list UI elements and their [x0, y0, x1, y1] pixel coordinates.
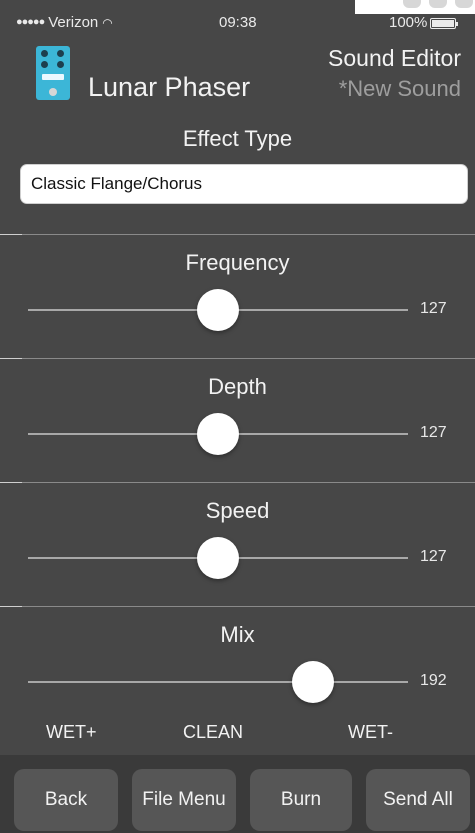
status-time: 09:38	[219, 14, 257, 31]
mix-scale-wet-minus: WET-	[348, 722, 393, 742]
status-bar: ●●●●● Verizon ◠ 09:38 100%	[0, 14, 475, 38]
carrier-info: ●●●●● Verizon ◠	[16, 14, 113, 31]
speed-value: 127	[420, 548, 447, 565]
frequency-slider-thumb[interactable]	[197, 289, 239, 331]
mix-scale: WET+ CLEAN WET-	[0, 722, 475, 746]
effect-type-label: Effect Type	[182, 126, 293, 151]
burn-button[interactable]: Burn	[250, 769, 352, 831]
frequency-label: Frequency	[185, 250, 290, 275]
frequency-value: 127	[420, 300, 447, 317]
speed-slider-thumb[interactable]	[197, 537, 239, 579]
section-title: Sound Editor	[328, 45, 461, 71]
sound-name: *New Sound	[338, 76, 461, 101]
sound-editor-screen: ●●●●● Verizon ◠ 09:38 100% Lunar Phaser So…	[0, 0, 475, 833]
mix-slider-thumb[interactable]	[292, 661, 334, 703]
wifi-icon: ◠	[102, 16, 113, 30]
depth-slider-thumb[interactable]	[197, 413, 239, 455]
divider	[0, 358, 475, 359]
file-menu-button[interactable]: File Menu	[132, 769, 236, 831]
corner-decoration	[355, 0, 475, 14]
speed-slider-section: Speed 127	[0, 484, 475, 608]
speed-label: Speed	[205, 498, 270, 523]
effect-type-selector[interactable]: Classic Flange/Chorus	[20, 164, 468, 204]
pedal-icon	[36, 46, 70, 100]
frequency-slider-section: Frequency 127	[0, 236, 475, 360]
depth-slider-section: Depth 127	[0, 360, 475, 484]
bottom-toolbar: Back File Menu Burn Send All	[0, 755, 475, 833]
mix-value: 192	[420, 672, 447, 689]
back-button[interactable]: Back	[14, 769, 118, 831]
divider	[0, 606, 475, 607]
mix-scale-clean: CLEAN	[183, 722, 244, 742]
battery-icon	[430, 18, 458, 29]
signal-icon: ●●●●●	[16, 16, 45, 28]
app-title: Lunar Phaser	[88, 72, 251, 102]
divider	[0, 482, 475, 483]
mix-slider-track[interactable]	[28, 681, 408, 683]
mix-label: Mix	[220, 622, 255, 647]
carrier-name: Verizon	[48, 14, 99, 31]
mix-slider-section: Mix 192	[0, 608, 475, 732]
mix-scale-wet-plus: WET+	[46, 722, 97, 742]
depth-value: 127	[420, 424, 447, 441]
send-all-button[interactable]: Send All	[366, 769, 470, 831]
battery-percent: 100%	[389, 14, 428, 31]
depth-label: Depth	[208, 374, 267, 399]
header-right: Sound Editor *New Sound	[328, 44, 461, 106]
divider	[0, 234, 475, 235]
